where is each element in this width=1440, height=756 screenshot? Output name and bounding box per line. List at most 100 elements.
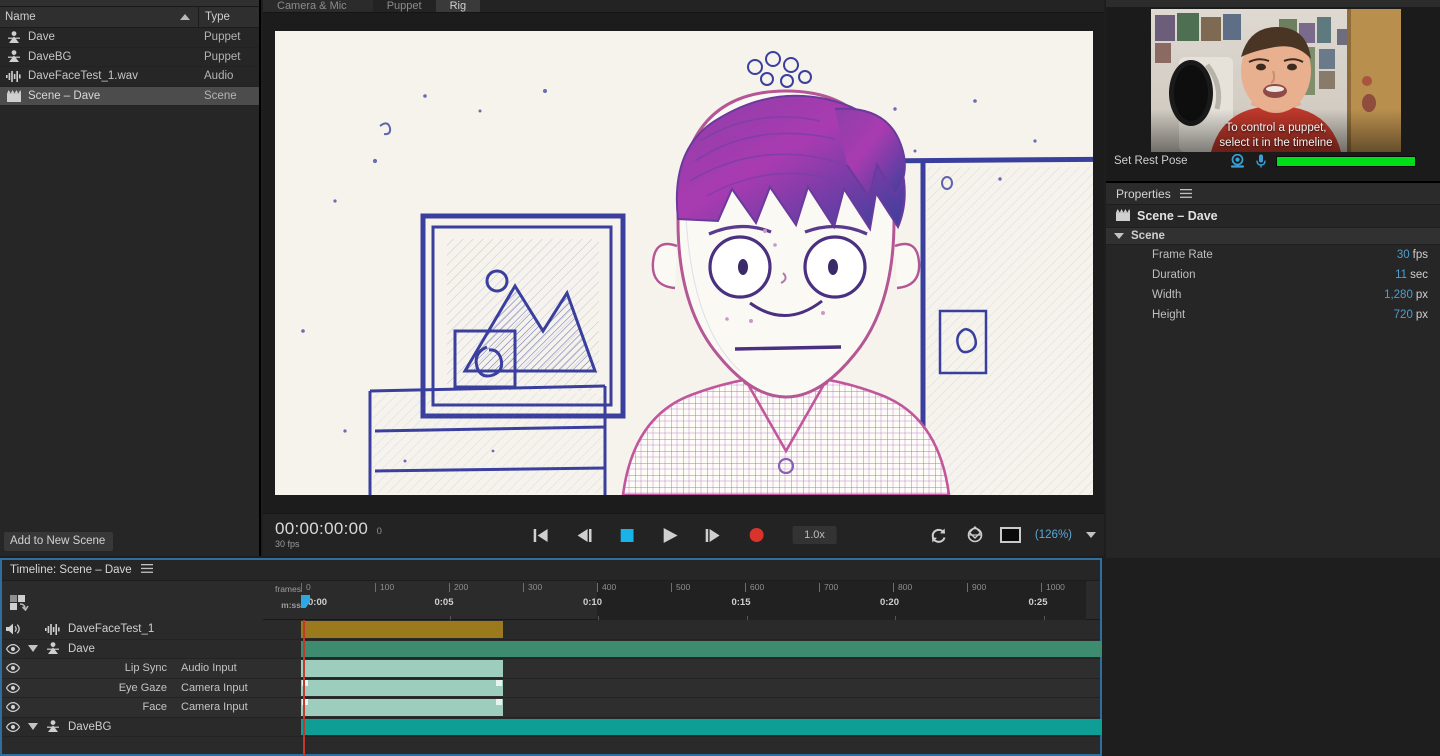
triangle-down-icon[interactable] [1114, 233, 1124, 239]
properties-group-scene[interactable]: Scene [1106, 227, 1440, 245]
scene-clapper-glyph [1116, 208, 1130, 221]
column-header-name[interactable]: Name [0, 11, 198, 23]
transport-bar: 00:00:00:00 0 30 fps 1.0x (126%) [263, 513, 1104, 556]
hamburger-menu-glyph [140, 564, 153, 573]
track-header[interactable]: DaveFaceTest_1 [2, 620, 263, 639]
track-header[interactable]: Eye Gaze Camera Input [2, 679, 263, 698]
track-lane[interactable] [263, 679, 1100, 698]
property-value[interactable]: 1,280 [1384, 289, 1413, 301]
tab-camera-and-mic[interactable]: Camera & Mic [263, 0, 361, 12]
timeline-track-row[interactable]: Face Camera Input [2, 698, 1100, 718]
property-unit: px [1415, 289, 1428, 301]
tab-rig[interactable]: Rig [435, 0, 481, 12]
behavior-name: Lip Sync [124, 662, 167, 675]
timeline-track-row[interactable]: Dave [2, 640, 1127, 659]
transport-buttons: 1.0x [530, 525, 837, 545]
clip-handle-right[interactable] [496, 699, 503, 705]
timecode-value: 00:00:00:00 [275, 519, 369, 539]
loop-button[interactable] [928, 525, 950, 545]
column-header-type[interactable]: Type [198, 7, 259, 27]
track-header[interactable]: Dave [2, 640, 263, 659]
speaker-icon[interactable] [2, 623, 24, 635]
snapping-toggle-button[interactable] [10, 594, 29, 616]
track-lane[interactable] [263, 659, 1100, 678]
project-item-row[interactable]: DaveBG Puppet [0, 48, 259, 67]
eye-icon[interactable] [2, 682, 24, 693]
properties-title: Properties [1116, 186, 1171, 201]
timeline-track-row[interactable]: Lip Sync Audio Input [2, 659, 1100, 679]
timeline-clip[interactable] [301, 660, 504, 677]
stop-button[interactable] [616, 525, 638, 545]
microphone-toggle-button[interactable] [1255, 154, 1266, 168]
clip-handle-right[interactable] [496, 679, 503, 686]
microphone-level-meter [1275, 155, 1416, 167]
timeline-clip[interactable] [301, 679, 504, 696]
timeline-track-row[interactable]: DaveBG [2, 718, 1127, 737]
properties-subject-row: Scene – Dave [1106, 205, 1440, 227]
property-row: Frame Rate 30 fps [1106, 245, 1440, 265]
bottom-right-filler [1102, 558, 1440, 756]
background-color-swatch[interactable] [999, 527, 1021, 543]
timeline-clip[interactable] [301, 718, 1127, 735]
sort-ascending-arrow-icon[interactable] [180, 14, 190, 20]
record-button[interactable] [745, 525, 767, 545]
add-to-new-scene-button[interactable]: Add to New Scene [4, 532, 114, 551]
property-label: Height [1152, 309, 1186, 321]
set-rest-pose-button[interactable]: Set Rest Pose [1114, 155, 1188, 167]
camera-overlay-caption: To control a puppet, select it in the ti… [1151, 121, 1401, 150]
eye-icon[interactable] [2, 721, 24, 732]
timeline-track-row[interactable]: Eye Gaze Camera Input [2, 678, 1100, 698]
property-unit: sec [1410, 269, 1428, 281]
behavior-input: Camera Input [181, 701, 248, 714]
property-value[interactable]: 30 [1397, 249, 1410, 261]
project-item-row[interactable]: DaveFaceTest_1.wav Audio [0, 67, 259, 87]
track-header[interactable]: Face Camera Input [2, 698, 263, 717]
timeline-ruler[interactable]: frames m:ss 0 100 200 300 400 500 600 700 800 900… [2, 580, 1345, 621]
project-item-row[interactable]: Dave Puppet [0, 28, 259, 48]
track-header[interactable]: DaveBG [2, 718, 263, 737]
webcam-toggle-button[interactable] [1230, 154, 1245, 168]
webcam-preview[interactable]: To control a puppet, select it in the ti… [1151, 9, 1401, 152]
go-to-start-button[interactable] [530, 525, 552, 545]
step-forward-button[interactable] [702, 525, 724, 545]
track-header[interactable]: Lip Sync Audio Input [2, 659, 263, 678]
timeline-clip[interactable] [301, 621, 504, 638]
timeline-clip[interactable] [301, 640, 1127, 657]
triangle-down-icon[interactable] [24, 645, 42, 653]
timeline-clip[interactable] [301, 699, 504, 716]
hamburger-menu-icon[interactable] [140, 564, 153, 576]
timeline-track-row[interactable]: DaveFaceTest_1 [2, 620, 1100, 640]
chevron-down-icon[interactable] [1086, 532, 1096, 538]
hamburger-menu-icon[interactable] [1179, 187, 1192, 201]
property-value[interactable]: 11 [1395, 269, 1407, 281]
eye-glyph [6, 643, 20, 654]
triangle-down-icon[interactable] [24, 723, 42, 731]
tab-puppet[interactable]: Puppet [373, 0, 436, 12]
track-lane[interactable] [263, 698, 1100, 717]
property-unit: px [1415, 309, 1428, 321]
track-lane[interactable] [263, 718, 1127, 737]
eye-icon[interactable] [2, 643, 24, 654]
track-name: DaveBG [68, 720, 112, 733]
camera-caption-line-2: select it in the timeline [1219, 136, 1333, 149]
timeline-ruler-scale[interactable]: 0100200300400500600700800900100011000:00… [301, 581, 1345, 621]
properties-subject-label: Scene – Dave [1137, 209, 1218, 223]
timecode-display[interactable]: 00:00:00:00 0 30 fps [275, 520, 382, 549]
property-label: Width [1152, 289, 1182, 301]
eye-icon[interactable] [2, 702, 24, 713]
camera-reset-button[interactable] [964, 525, 986, 545]
camera-toolbar: Set Rest Pose [1106, 152, 1440, 170]
project-item-row[interactable]: Scene – Dave Scene [0, 86, 259, 106]
track-name: Dave [68, 642, 95, 655]
eye-icon[interactable] [2, 663, 24, 674]
property-value[interactable]: 720 [1394, 309, 1413, 321]
ruler-frame-tick: 100 [375, 583, 394, 592]
track-lane[interactable] [263, 620, 1100, 639]
ruler-time-label-value: 0:20 [879, 597, 899, 608]
play-button[interactable] [659, 525, 681, 545]
track-lane[interactable] [263, 640, 1127, 659]
step-back-button[interactable] [573, 525, 595, 545]
property-unit: fps [1412, 249, 1428, 261]
stage-viewport[interactable] [263, 13, 1104, 513]
playback-speed-button[interactable]: 1.0x [792, 526, 837, 544]
